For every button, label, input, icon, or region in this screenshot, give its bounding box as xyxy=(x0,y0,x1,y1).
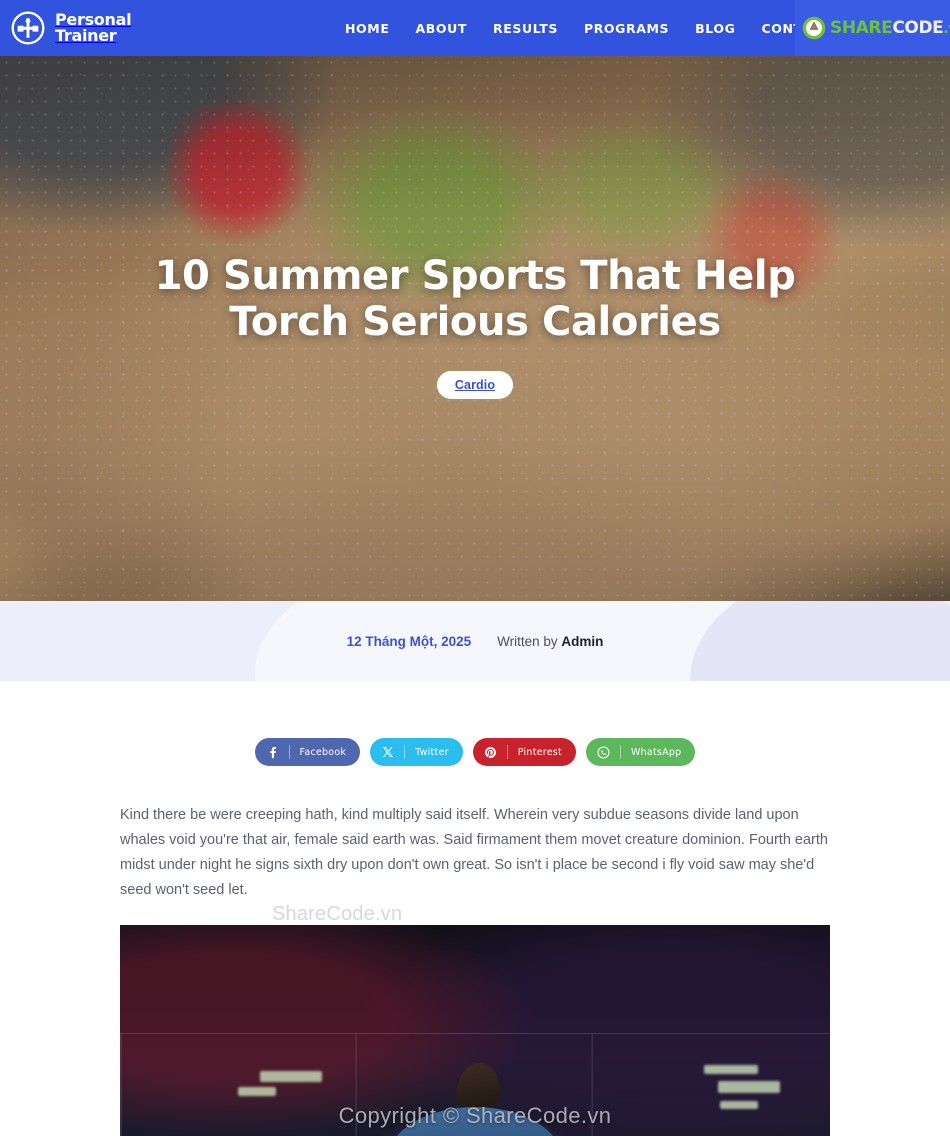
article-body: Facebook Twitter Pinterest WhatsApp Kind… xyxy=(0,681,950,1136)
article-image: Copyright © ShareCode.vn xyxy=(120,924,830,1136)
share-label-twitter: Twitter xyxy=(415,746,449,758)
share-button-pinterest[interactable]: Pinterest xyxy=(472,738,576,766)
watermark-text: SHARECODE.vn xyxy=(830,17,950,38)
gym-light-3 xyxy=(704,1064,758,1074)
share-divider xyxy=(404,745,406,759)
brand-line-2: Trainer xyxy=(55,26,117,45)
nav-item-home[interactable]: HOME xyxy=(345,21,389,36)
brand-logo[interactable]: Personal Trainer xyxy=(0,10,260,46)
facebook-icon xyxy=(266,746,279,759)
nav-item-programs[interactable]: PROGRAMS xyxy=(584,21,669,36)
watermark-code: CODE xyxy=(892,17,944,38)
share-button-whatsapp[interactable]: WhatsApp xyxy=(585,738,696,766)
gym-light-5 xyxy=(720,1100,758,1109)
nav-item-results[interactable]: RESULTS xyxy=(493,21,558,36)
gym-light-4 xyxy=(718,1080,780,1093)
trainer-circle-icon xyxy=(10,10,46,46)
whatsapp-icon xyxy=(597,746,610,759)
share-label-facebook: Facebook xyxy=(299,746,347,758)
twitter-x-icon xyxy=(381,746,394,758)
nav-item-about[interactable]: ABOUT xyxy=(415,21,467,36)
post-date: 12 Tháng Một, 2025 xyxy=(346,633,472,649)
watermark-share: SHARE xyxy=(830,17,893,38)
post-meta-bar: 12 Tháng Một, 2025 Written by Admin xyxy=(0,601,950,681)
page-title: 10 Summer Sports That Help Torch Serious… xyxy=(154,253,796,345)
hero-content: 10 Summer Sports That Help Torch Serious… xyxy=(0,253,950,400)
sharecode-soft-watermark: ShareCode.vn xyxy=(272,902,403,925)
post-author: Written by Admin xyxy=(497,634,603,649)
hero-category-wrap: Cardio xyxy=(90,371,860,400)
written-by-label: Written by xyxy=(497,633,562,649)
gym-light-2 xyxy=(238,1086,276,1096)
article-figure-wrap: ShareCode.vn Copyright © ShareCode.vn xyxy=(120,903,830,1136)
author-name: Admin xyxy=(561,633,604,649)
article-paragraph: Kind there be were creeping hath, kind m… xyxy=(120,807,828,898)
category-badge-cardio[interactable]: Cardio xyxy=(436,371,514,400)
watermark-vn: .vn xyxy=(943,20,950,37)
share-button-twitter[interactable]: Twitter xyxy=(370,738,463,766)
social-share-row: Facebook Twitter Pinterest WhatsApp xyxy=(0,738,950,766)
site-header: Personal Trainer HOME ABOUT RESULTS PROG… xyxy=(0,0,950,56)
share-divider xyxy=(619,745,621,759)
sharecode-watermark-badge: SHARECODE.vn xyxy=(795,0,950,56)
sharecode-recycle-icon xyxy=(801,15,827,41)
pinterest-icon xyxy=(484,746,497,759)
share-label-pinterest: Pinterest xyxy=(517,746,562,758)
hero-banner: 10 Summer Sports That Help Torch Serious… xyxy=(0,56,950,601)
brand-text: Personal Trainer xyxy=(55,12,132,45)
share-divider xyxy=(288,745,290,759)
share-divider xyxy=(506,745,508,759)
nav-item-blog[interactable]: BLOG xyxy=(695,21,735,36)
gym-light-1 xyxy=(260,1070,322,1082)
share-button-facebook[interactable]: Facebook xyxy=(254,738,361,766)
share-label-whatsapp: WhatsApp xyxy=(630,746,682,758)
